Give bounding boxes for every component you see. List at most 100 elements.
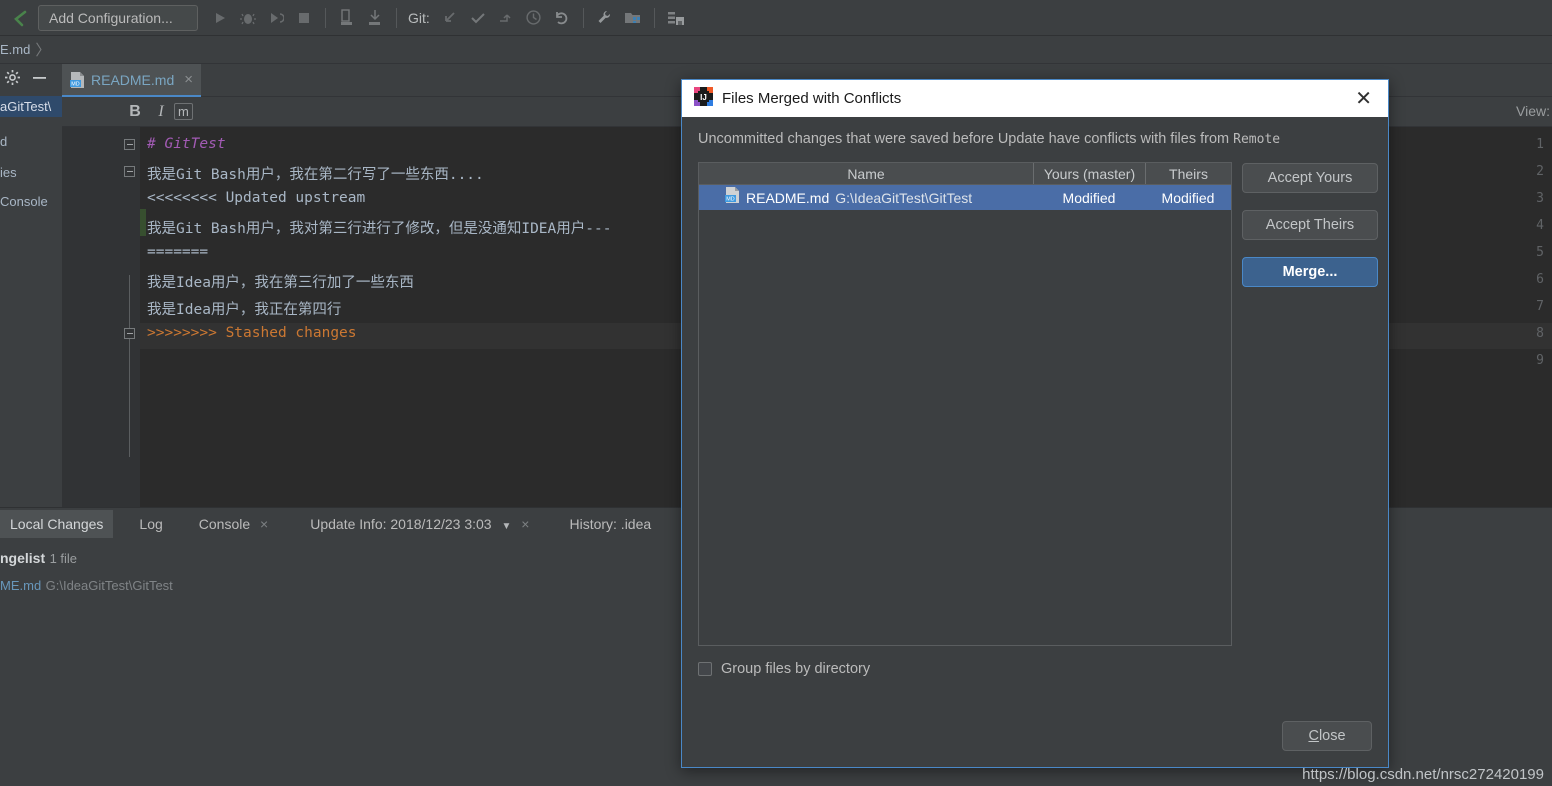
changed-file-path: G:\IdeaGitTest\GitTest	[46, 578, 173, 593]
project-tool-window: aGitTest\ d ies Console	[0, 64, 62, 507]
dialog-main-area: Name Yours (master) Theirs MD README.md …	[698, 162, 1372, 646]
intellij-idea-icon: IJ	[694, 87, 713, 111]
breadcrumb-item[interactable]: E.md	[0, 42, 30, 57]
tab-update-info[interactable]: Update Info: 2018/12/23 3:03 ▼ ×	[300, 510, 539, 538]
column-header-name[interactable]: Name	[699, 163, 1033, 184]
dialog-title: Files Merged with Conflicts	[722, 90, 1349, 107]
markdown-file-icon: MD	[725, 187, 740, 208]
run-with-coverage-icon[interactable]	[262, 4, 290, 32]
close-icon[interactable]: ×	[521, 516, 529, 532]
dialog-body: Uncommitted changes that were saved befo…	[682, 117, 1388, 677]
cell-name: MD README.md G:\IdeaGitTest\GitTest	[699, 187, 1033, 208]
commit-icon[interactable]	[464, 4, 492, 32]
code-line: 我是Idea用户，我正在第四行	[147, 298, 341, 319]
dialog-description-text: Uncommitted changes that were saved befo…	[698, 131, 1233, 147]
view-label: View:	[1516, 103, 1550, 119]
project-tree-node[interactable]: Console	[0, 191, 62, 212]
run-icon[interactable]	[206, 4, 234, 32]
attach-debugger-icon[interactable]	[361, 4, 389, 32]
group-files-label: Group files by directory	[721, 661, 870, 677]
fold-marker-icon[interactable]	[124, 328, 135, 339]
bold-button[interactable]: B	[122, 103, 148, 121]
table-row[interactable]: MD README.md G:\IdeaGitTest\GitTest Modi…	[699, 185, 1231, 210]
line-number: 7	[1536, 299, 1544, 314]
dialog-title-bar: IJ Files Merged with Conflicts ✕	[682, 80, 1388, 117]
tab-local-changes[interactable]: Local Changes	[0, 510, 113, 538]
close-icon[interactable]: ×	[260, 516, 268, 532]
markdown-button[interactable]: m	[174, 103, 193, 120]
tab-label: Console	[199, 516, 250, 532]
git-label: Git:	[408, 10, 430, 26]
breadcrumb-separator-icon: 〉	[35, 39, 50, 60]
accept-theirs-button[interactable]: Accept Theirs	[1242, 210, 1378, 240]
column-header-yours[interactable]: Yours (master)	[1033, 163, 1145, 184]
changed-file-name: ME.md	[0, 578, 41, 593]
row-file-path: G:\IdeaGitTest\GitTest	[835, 190, 972, 206]
group-files-checkbox[interactable]	[698, 662, 712, 676]
tab-label: Log	[139, 516, 162, 532]
toolbar-separator	[396, 8, 397, 28]
gear-icon[interactable]	[4, 69, 21, 91]
run-configuration-label: Add Configuration...	[49, 10, 173, 26]
editor-fold-column	[120, 127, 140, 507]
close-icon[interactable]: ×	[180, 72, 193, 87]
line-number: 3	[1536, 191, 1544, 206]
line-number: 5	[1536, 245, 1544, 260]
dialog-description-remote: Remote	[1233, 132, 1280, 147]
changelist-count: 1 file	[50, 551, 77, 566]
line-number: 2	[1536, 164, 1544, 179]
run-configuration-selector[interactable]: Add Configuration...	[38, 5, 198, 31]
tab-label: Update Info: 2018/12/23 3:03	[310, 516, 491, 532]
update-project-icon[interactable]	[436, 4, 464, 32]
settings-wrench-icon[interactable]	[591, 4, 619, 32]
fold-marker-icon[interactable]	[124, 139, 135, 150]
code-line: >>>>>>>> Stashed changes	[147, 325, 357, 341]
editor-tab-label: README.md	[91, 72, 174, 88]
application-window: Add Configuration... Git:	[0, 0, 1552, 786]
svg-text:MD: MD	[71, 81, 79, 87]
tab-console[interactable]: Console ×	[189, 510, 278, 538]
accept-yours-button[interactable]: Accept Yours	[1242, 163, 1378, 193]
back-arrow-icon[interactable]	[6, 4, 34, 32]
fold-region-line	[129, 275, 130, 457]
line-number: 9	[1536, 353, 1544, 368]
table-header-row: Name Yours (master) Theirs	[699, 163, 1231, 185]
save-layout-icon[interactable]	[662, 4, 690, 32]
tool-window-header	[0, 64, 62, 96]
close-button[interactable]: Close	[1282, 721, 1372, 751]
main-toolbar: Add Configuration... Git:	[0, 0, 1552, 36]
history-icon[interactable]	[520, 4, 548, 32]
italic-button[interactable]: I	[148, 103, 174, 121]
chevron-down-icon[interactable]: ▼	[501, 521, 511, 532]
debug-icon[interactable]	[234, 4, 262, 32]
vcs-changed-line-marker	[140, 209, 146, 236]
tab-label: History: .idea	[569, 516, 651, 532]
project-tree-node[interactable]: d	[0, 131, 62, 152]
minimize-icon[interactable]	[31, 69, 48, 91]
project-structure-icon[interactable]	[619, 4, 647, 32]
breadcrumb: E.md 〉	[0, 36, 1552, 64]
editor-gutter[interactable]	[62, 127, 120, 507]
code-line: 我是Git Bash用户，我在第二行写了一些东西....	[147, 163, 484, 184]
group-files-by-directory-row[interactable]: Group files by directory	[698, 661, 1372, 677]
stop-icon[interactable]	[290, 4, 318, 32]
column-header-theirs[interactable]: Theirs	[1145, 163, 1231, 184]
watermark-url: https://blog.csdn.net/nrsc272420199	[1302, 766, 1544, 783]
project-tree-node[interactable]: ies	[0, 162, 62, 183]
tab-log[interactable]: Log	[129, 510, 172, 538]
changelist-name: ngelist	[0, 550, 45, 566]
project-tree-selected-node[interactable]: aGitTest\	[0, 96, 62, 117]
dialog-action-buttons: Accept Yours Accept Theirs Merge...	[1242, 162, 1378, 646]
push-icon[interactable]	[492, 4, 520, 32]
profile-icon[interactable]	[333, 4, 361, 32]
rollback-icon[interactable]	[548, 4, 576, 32]
svg-text:IJ: IJ	[700, 93, 707, 102]
dialog-description: Uncommitted changes that were saved befo…	[698, 131, 1372, 147]
tab-history[interactable]: History: .idea	[559, 510, 661, 538]
fold-marker-icon[interactable]	[124, 166, 135, 177]
conflicts-table[interactable]: Name Yours (master) Theirs MD README.md …	[698, 162, 1232, 646]
editor-tab-readme[interactable]: MD README.md ×	[62, 64, 201, 97]
cell-theirs: Modified	[1145, 190, 1231, 206]
close-icon[interactable]: ✕	[1349, 89, 1378, 109]
merge-button[interactable]: Merge...	[1242, 257, 1378, 287]
